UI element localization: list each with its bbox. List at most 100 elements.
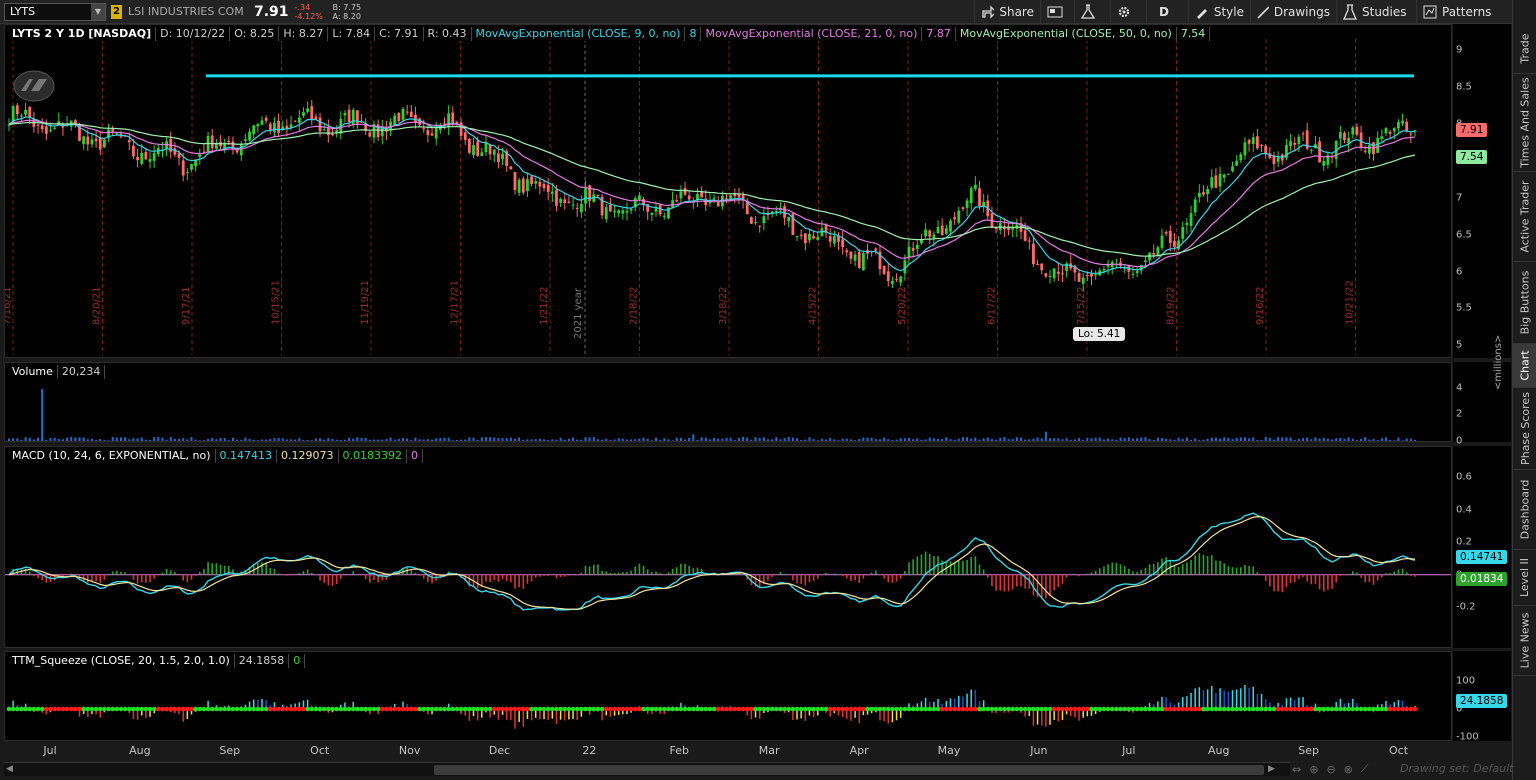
- volume-bar: [111, 437, 114, 441]
- squeeze-dot: [968, 706, 974, 712]
- volume-bar: [360, 437, 363, 441]
- squeeze-dot: [935, 706, 941, 712]
- volume-bar: [352, 438, 355, 441]
- price-chart-panel[interactable]: LYTS 2 Y 1D [NASDAQ] D: 10/12/22 O: 8.25…: [4, 24, 1452, 358]
- macd-plot-area[interactable]: [5, 447, 1451, 647]
- rail-tab-big-buttons[interactable]: Big Buttons: [1513, 262, 1536, 344]
- volume-bar: [1310, 439, 1313, 441]
- chevron-down-icon[interactable]: ▼: [91, 3, 105, 20]
- squeeze-axis-tick: 100: [1456, 675, 1476, 687]
- volume-bar: [1206, 438, 1209, 441]
- macd-title[interactable]: MACD (10, 24, 6, EXPONENTIAL, no): [8, 449, 216, 463]
- volume-bar: [99, 438, 102, 441]
- scroll-thumb[interactable]: [434, 765, 1264, 775]
- volume-bar: [829, 437, 832, 441]
- time-axis[interactable]: Jul Aug Sep Oct Nov Dec 22 Feb Mar Apr May Jun Jul Au…: [4, 741, 1452, 759]
- scroll-left-icon[interactable]: ◀: [6, 764, 13, 774]
- rail-tab-dashboard[interactable]: Dashboard: [1513, 470, 1536, 550]
- volume-bar: [908, 437, 911, 441]
- ttm-squeeze-panel[interactable]: TTM_Squeeze (CLOSE, 20, 1.5, 2.0, 1.0) 2…: [4, 651, 1452, 741]
- squeeze-dot: [1039, 706, 1045, 712]
- zoom-in-icon[interactable]: ⊕: [1309, 763, 1318, 776]
- rail-tab-active-trader[interactable]: Active Trader: [1513, 172, 1536, 262]
- candle-body: [542, 183, 546, 189]
- squeeze-dot: [56, 706, 62, 712]
- draw-line-icon[interactable]: ⟋: [1361, 762, 1369, 776]
- time-axis-label: Oct: [1388, 744, 1409, 757]
- volume-bar: [1049, 438, 1052, 441]
- price-plot-area[interactable]: 7/16/21 8/20/21 9/17/21 10/15/21 11/19/21 12/…: [5, 25, 1451, 357]
- chart-scrollbar[interactable]: ◀ ▶: [4, 762, 1290, 776]
- squeeze-dot: [973, 706, 978, 712]
- squeeze-dot: [14, 706, 20, 712]
- ema9-label[interactable]: MovAvgExponential (CLOSE, 9, 0, no): [471, 27, 686, 41]
- candle-body: [426, 130, 430, 135]
- volume-panel[interactable]: Volume 20,234: [4, 362, 1452, 442]
- volume-bar: [1210, 437, 1213, 441]
- candle-body: [965, 200, 969, 208]
- rail-tab-phase-scores[interactable]: Phase Scores: [1513, 388, 1536, 470]
- volume-bar: [758, 438, 761, 441]
- rail-tab-times-and-sales[interactable]: Times And Sales: [1513, 74, 1536, 172]
- candle-body: [488, 144, 492, 155]
- volume-bar: [999, 437, 1002, 441]
- squeeze-dot: [1097, 706, 1103, 712]
- price-axis-tick: 5: [1456, 339, 1463, 351]
- style-button[interactable]: Style: [1188, 0, 1250, 24]
- rail-tab-chart[interactable]: Chart: [1513, 344, 1536, 388]
- squeeze-dot: [1371, 706, 1376, 712]
- zoom-fit-icon[interactable]: ⊗: [1344, 763, 1353, 776]
- volume-bar: [671, 440, 674, 441]
- squeeze-dot: [205, 706, 211, 712]
- volume-bar: [601, 439, 604, 441]
- link-group-badge[interactable]: 2: [111, 4, 122, 19]
- squeeze-dot: [529, 706, 534, 712]
- drawing-set-label[interactable]: Drawing set: Default: [1400, 762, 1513, 775]
- drawings-button[interactable]: Drawings: [1250, 0, 1336, 24]
- drag-icon[interactable]: ⇔: [1292, 763, 1301, 776]
- squeeze-dot: [773, 706, 779, 712]
- squeeze-dot: [280, 706, 286, 712]
- squeeze-dot: [765, 706, 771, 712]
- candle-body: [608, 204, 612, 212]
- rail-tab-level-ii[interactable]: Level II: [1513, 550, 1536, 606]
- candle-body: [1231, 166, 1234, 172]
- patterns-button[interactable]: Patterns: [1416, 0, 1500, 24]
- candle-body: [20, 115, 23, 117]
- volume-bar: [484, 437, 487, 441]
- squeeze-title[interactable]: TTM_Squeeze (CLOSE, 20, 1.5, 2.0, 1.0): [8, 654, 235, 668]
- candle-body: [252, 125, 256, 135]
- candle-body: [244, 139, 247, 141]
- symbol-selector[interactable]: LYTS ▼: [4, 2, 106, 21]
- volume-bar: [986, 437, 989, 441]
- volume-bar: [364, 437, 367, 441]
- squeeze-dot: [836, 706, 841, 712]
- lab-button[interactable]: [1074, 0, 1110, 24]
- ohlc-low: L: 7.84: [328, 27, 376, 41]
- macd-axis[interactable]: 0.60.40.20-0.2: [1453, 446, 1511, 648]
- candle-body: [944, 228, 948, 234]
- flexible-grid-button[interactable]: [1040, 0, 1074, 24]
- price-axis[interactable]: 98.587.576.565.55: [1453, 24, 1511, 358]
- zoom-out-icon[interactable]: ⊖: [1326, 763, 1335, 776]
- candle-body: [895, 279, 898, 281]
- rail-tab-live-news[interactable]: Live News: [1513, 606, 1536, 676]
- studies-button[interactable]: Studies: [1336, 0, 1416, 24]
- candle-body: [1322, 161, 1326, 166]
- settings-button[interactable]: [1110, 0, 1146, 24]
- ema21-label[interactable]: MovAvgExponential (CLOSE, 21, 0, no): [701, 27, 923, 41]
- volume-plot-area[interactable]: [5, 363, 1451, 441]
- macd-panel[interactable]: MACD (10, 24, 6, EXPONENTIAL, no) 0.1474…: [4, 446, 1452, 648]
- share-button[interactable]: Share: [974, 0, 1040, 24]
- volume-bar: [294, 439, 297, 441]
- squeeze-dot: [305, 706, 310, 712]
- squeeze-dot: [562, 706, 568, 712]
- ema50-label[interactable]: MovAvgExponential (CLOSE, 50, 0, no): [955, 27, 1177, 41]
- aggregation-period-button[interactable]: D: [1146, 0, 1188, 24]
- scroll-right-icon[interactable]: ▶: [1268, 764, 1275, 774]
- ohlc-open: O: 8.25: [230, 27, 280, 41]
- rail-tab-trade[interactable]: Trade: [1513, 24, 1536, 74]
- candle-body: [273, 122, 276, 133]
- squeeze-dot: [446, 706, 451, 712]
- squeeze-dot: [491, 706, 497, 712]
